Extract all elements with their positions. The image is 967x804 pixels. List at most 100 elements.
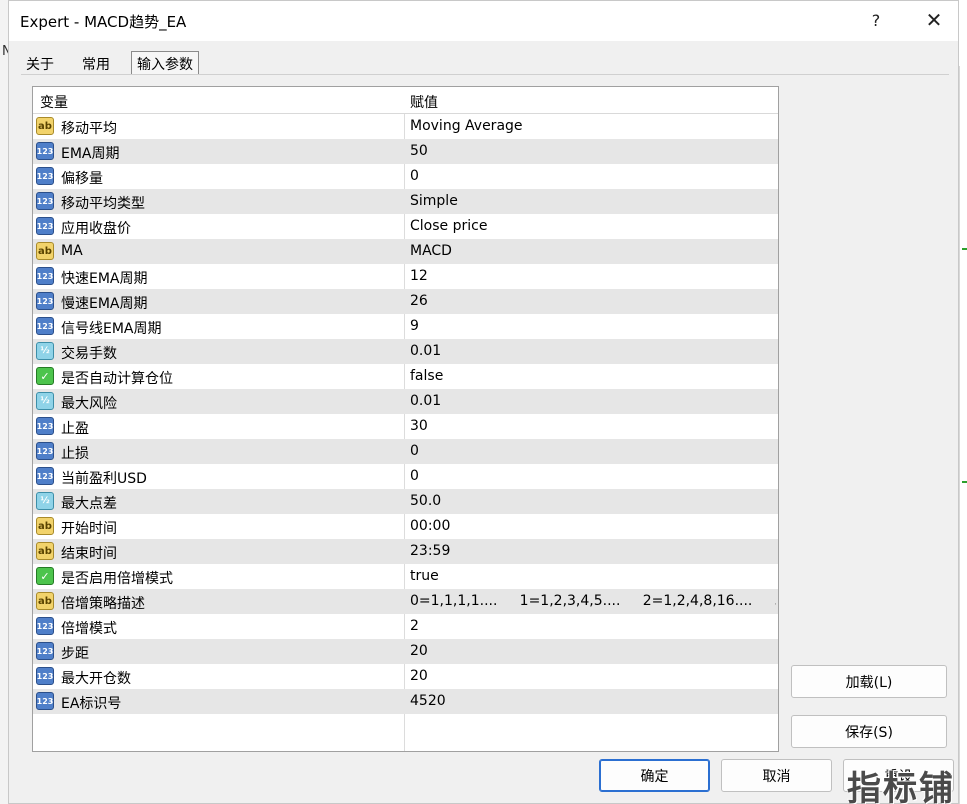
tab-inputs[interactable]: 输入参数 — [131, 51, 199, 75]
integer-icon: 123 — [36, 292, 54, 310]
string-icon: ab — [36, 242, 54, 260]
parameter-name: 是否启用倍增模式 — [61, 571, 173, 587]
parameter-name: 最大点差 — [61, 496, 117, 512]
parameter-value[interactable]: Moving Average — [410, 118, 776, 134]
table-row[interactable]: ✓ 是否自动计算仓位 false — [33, 364, 778, 389]
parameter-name: 最大风险 — [61, 396, 117, 412]
parameter-name: 止盈 — [61, 421, 89, 437]
integer-icon: 123 — [36, 217, 54, 235]
parameter-value[interactable]: 0 — [410, 443, 776, 459]
parameter-value[interactable]: 26 — [410, 293, 776, 309]
table-row[interactable]: 123 EA标识号 4520 — [33, 689, 778, 714]
table-row[interactable]: ½ 最大风险 0.01 — [33, 389, 778, 414]
table-row[interactable]: 123 移动平均类型 Simple — [33, 189, 778, 214]
parameter-name: 止损 — [61, 446, 89, 462]
parameter-value[interactable]: 4520 — [410, 693, 776, 709]
integer-icon: 123 — [36, 167, 54, 185]
inputs-table: 变量 赋值 ab 移动平均 Moving Average 123 EMA周期 50 123 偏… — [32, 86, 779, 752]
parameter-value[interactable]: 0.01 — [410, 393, 776, 409]
double-icon: ½ — [36, 492, 54, 510]
table-row[interactable]: 123 信号线EMA周期 9 — [33, 314, 778, 339]
string-icon: ab — [36, 117, 54, 135]
parameter-value[interactable]: 0=1,1,1,1.... 1=1,2,3,4,5.... 2=1,2,4,8,… — [410, 593, 776, 609]
integer-icon: 123 — [36, 417, 54, 435]
bool-icon: ✓ — [36, 367, 54, 385]
integer-icon: 123 — [36, 442, 54, 460]
tab-common[interactable]: 常用 — [77, 51, 115, 75]
parameter-name: 最大开仓数 — [61, 671, 131, 687]
parameter-value[interactable]: 2 — [410, 618, 776, 634]
parameter-value[interactable]: 23:59 — [410, 543, 776, 559]
table-row[interactable]: 123 偏移量 0 — [33, 164, 778, 189]
parameter-value[interactable]: 50 — [410, 143, 776, 159]
parameter-name: 步距 — [61, 646, 89, 662]
table-row[interactable]: 123 止盈 30 — [33, 414, 778, 439]
table-row[interactable]: 123 EMA周期 50 — [33, 139, 778, 164]
table-row[interactable]: ab MA MACD — [33, 239, 778, 264]
parameter-name: 开始时间 — [61, 521, 117, 537]
integer-icon: 123 — [36, 317, 54, 335]
table-row[interactable]: ab 倍增策略描述 0=1,1,1,1.... 1=1,2,3,4,5.... 2=… — [33, 589, 778, 614]
parameter-value[interactable]: 0 — [410, 468, 776, 484]
string-icon: ab — [36, 592, 54, 610]
parameter-name: 倍增策略描述 — [61, 596, 145, 612]
table-row[interactable]: 123 步距 20 — [33, 639, 778, 664]
integer-icon: 123 — [36, 642, 54, 660]
table-row[interactable]: 123 倍增模式 2 — [33, 614, 778, 639]
ok-button[interactable]: 确定 — [599, 759, 710, 792]
column-header-value[interactable]: 赋值 — [410, 92, 438, 112]
parameter-value[interactable]: 20 — [410, 643, 776, 659]
parameter-name: 应用收盘价 — [61, 221, 131, 237]
table-header: 变量 赋值 — [33, 87, 778, 114]
save-button[interactable]: 保存(S) — [791, 715, 947, 748]
integer-icon: 123 — [36, 142, 54, 160]
parameter-name: 快速EMA周期 — [61, 271, 148, 287]
table-row[interactable]: ab 结束时间 23:59 — [33, 539, 778, 564]
parameter-name: 偏移量 — [61, 171, 103, 187]
help-button[interactable]: ? — [853, 1, 899, 39]
table-row[interactable]: ½ 交易手数 0.01 — [33, 339, 778, 364]
table-row[interactable]: 123 当前盈利USD 0 — [33, 464, 778, 489]
parameter-value[interactable]: Close price — [410, 218, 776, 234]
parameter-name: 交易手数 — [61, 346, 117, 362]
integer-icon: 123 — [36, 467, 54, 485]
parameter-name: 是否自动计算仓位 — [61, 371, 173, 387]
chart-tick — [962, 481, 967, 483]
parameter-value[interactable]: true — [410, 568, 776, 584]
parameter-name: 当前盈利USD — [61, 471, 147, 487]
table-row[interactable]: 123 快速EMA周期 12 — [33, 264, 778, 289]
table-row[interactable]: 123 最大开仓数 20 — [33, 664, 778, 689]
parameter-value[interactable]: 00:00 — [410, 518, 776, 534]
integer-icon: 123 — [36, 617, 54, 635]
load-button[interactable]: 加载(L) — [791, 665, 947, 698]
table-row[interactable]: ab 移动平均 Moving Average — [33, 114, 778, 139]
parameter-value[interactable]: 30 — [410, 418, 776, 434]
close-icon[interactable]: ✕ — [911, 1, 957, 39]
parameter-value[interactable]: 0 — [410, 168, 776, 184]
parameter-name: 移动平均类型 — [61, 196, 145, 212]
parameter-value[interactable]: Simple — [410, 193, 776, 209]
parameter-value[interactable]: 0.01 — [410, 343, 776, 359]
table-row[interactable]: ½ 最大点差 50.0 — [33, 489, 778, 514]
parameter-value[interactable]: MACD — [410, 243, 776, 259]
tab-about[interactable]: 关于 — [21, 51, 59, 75]
table-row[interactable]: 123 应用收盘价 Close price — [33, 214, 778, 239]
parameter-value[interactable]: 50.0 — [410, 493, 776, 509]
parameter-name: 移动平均 — [61, 121, 117, 137]
string-icon: ab — [36, 517, 54, 535]
parameter-value[interactable]: false — [410, 368, 776, 384]
parameter-value[interactable]: 9 — [410, 318, 776, 334]
integer-icon: 123 — [36, 692, 54, 710]
parameter-name: 倍增模式 — [61, 621, 117, 637]
integer-icon: 123 — [36, 267, 54, 285]
table-row[interactable]: ✓ 是否启用倍增模式 true — [33, 564, 778, 589]
parameter-name: 结束时间 — [61, 546, 117, 562]
table-row[interactable]: ab 开始时间 00:00 — [33, 514, 778, 539]
background-chart-edge — [959, 66, 967, 804]
table-row[interactable]: 123 止损 0 — [33, 439, 778, 464]
column-header-variable[interactable]: 变量 — [40, 92, 68, 112]
parameter-value[interactable]: 12 — [410, 268, 776, 284]
parameter-value[interactable]: 20 — [410, 668, 776, 684]
table-row[interactable]: 123 慢速EMA周期 26 — [33, 289, 778, 314]
cancel-button[interactable]: 取消 — [721, 759, 832, 792]
